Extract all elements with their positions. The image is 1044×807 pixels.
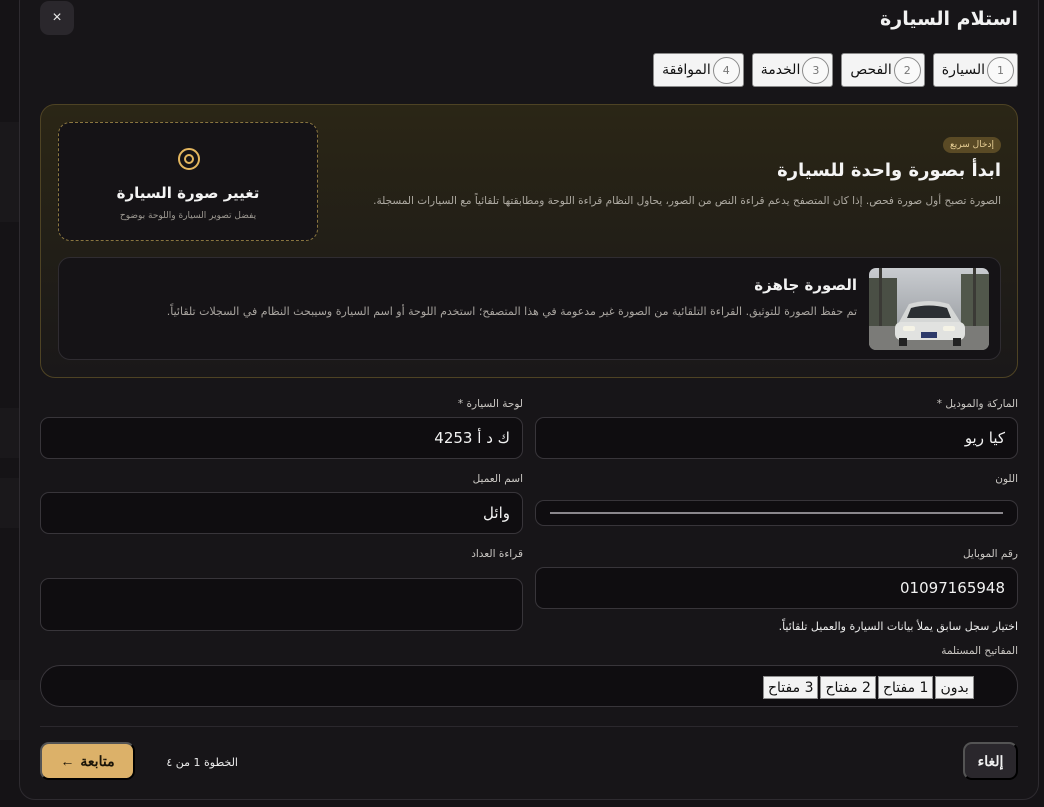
mobile-input[interactable]: 01097165948 <box>535 567 1018 609</box>
vehicle-intake-modal: × استلام السيارة 1 السيارة 2 الفحص 3 الخ… <box>19 0 1039 800</box>
keys-label: المفاتيح المستلمة <box>941 645 1018 657</box>
continue-label: متابعة <box>80 752 115 769</box>
cancel-button[interactable]: إلغاء <box>963 742 1018 780</box>
step-number: 1 <box>987 56 1014 84</box>
background-panel <box>0 680 20 740</box>
odometer-label: قراءة العداد <box>471 548 523 560</box>
step-label: الخدمة <box>760 62 801 78</box>
brand-model-input[interactable]: كيا ريو <box>535 417 1018 459</box>
keys-selector: بدون 1 مفتاح 2 مفتاح 3 مفتاح <box>40 665 1018 707</box>
customer-name-label: اسم العميل <box>472 473 523 485</box>
step-service[interactable]: 3 الخدمة <box>751 53 834 87</box>
close-button[interactable]: × <box>40 1 74 35</box>
step-approval[interactable]: 4 الموافقة <box>653 53 744 87</box>
step-number: 3 <box>802 56 830 84</box>
color-input[interactable] <box>535 500 1018 526</box>
footer-divider <box>40 726 1018 727</box>
continue-button[interactable]: متابعة ← <box>40 742 135 780</box>
keys-option-3[interactable]: 3 مفتاح <box>763 676 819 699</box>
car-photo-image <box>869 268 989 350</box>
autofill-hint: اختيار سجل سابق يملأ بيانات السيارة والع… <box>778 620 1018 633</box>
target-icon <box>178 148 200 170</box>
step-counter: الخطوة 1 من ٤ <box>166 756 238 769</box>
car-photo-thumbnail <box>869 268 989 350</box>
color-label: اللون <box>995 473 1018 485</box>
keys-options: بدون 1 مفتاح 2 مفتاح 3 مفتاح <box>761 676 974 699</box>
mobile-label: رقم الموبايل <box>962 548 1018 560</box>
change-car-photo-button[interactable]: تغيير صورة السيارة يفضل تصوير السيارة وا… <box>58 122 318 241</box>
photo-ready-title: الصورة جاهزة <box>754 276 857 294</box>
step-number: 2 <box>893 56 921 84</box>
keys-option-2[interactable]: 2 مفتاح <box>820 676 876 699</box>
stepper: 1 السيارة 2 الفحص 3 الخدمة 4 الموافقة <box>653 53 1018 87</box>
background-panel <box>0 408 20 458</box>
arrow-left-icon: ← <box>60 753 75 769</box>
customer-name-input[interactable]: وائل <box>40 492 523 534</box>
plate-input[interactable]: ك د أ 4253 <box>40 417 523 459</box>
step-car[interactable]: 1 السيارة <box>932 53 1018 87</box>
photo-ready-card: الصورة جاهزة تم حفظ الصورة للتوثيق. القر… <box>58 257 1001 360</box>
modal-title: استلام السيارة <box>880 8 1018 30</box>
photo-ready-description: تم حفظ الصورة للتوثيق. القراءة التلقائية… <box>166 305 857 318</box>
background-panel <box>0 122 20 222</box>
upload-title: تغيير صورة السيارة <box>116 184 260 202</box>
brand-model-label: الماركة والموديل * <box>936 398 1018 410</box>
odometer-input[interactable] <box>40 578 523 631</box>
keys-option-none[interactable]: بدون <box>935 676 974 699</box>
color-swatch <box>550 512 1003 514</box>
quick-entry-description: الصورة تصبح أول صورة فحص. إذا كان المتصف… <box>373 195 1001 207</box>
upload-subtitle: يفضل تصوير السيارة واللوحة بوضوح <box>119 211 257 221</box>
plate-label: لوحة السيارة * <box>457 398 523 410</box>
step-label: الموافقة <box>662 62 711 78</box>
step-label: الفحص <box>850 62 892 78</box>
step-inspection[interactable]: 2 الفحص <box>841 53 925 87</box>
quick-entry-badge: إدخال سريع <box>942 137 1001 153</box>
keys-option-1[interactable]: 1 مفتاح <box>877 676 934 699</box>
step-number: 4 <box>712 56 740 84</box>
quick-entry-title: ابدأ بصورة واحدة للسيارة <box>777 160 1001 181</box>
background-panel <box>0 478 20 528</box>
quick-entry-panel: إدخال سريع ابدأ بصورة واحدة للسيارة الصو… <box>40 104 1018 378</box>
step-label: السيارة <box>941 62 985 78</box>
